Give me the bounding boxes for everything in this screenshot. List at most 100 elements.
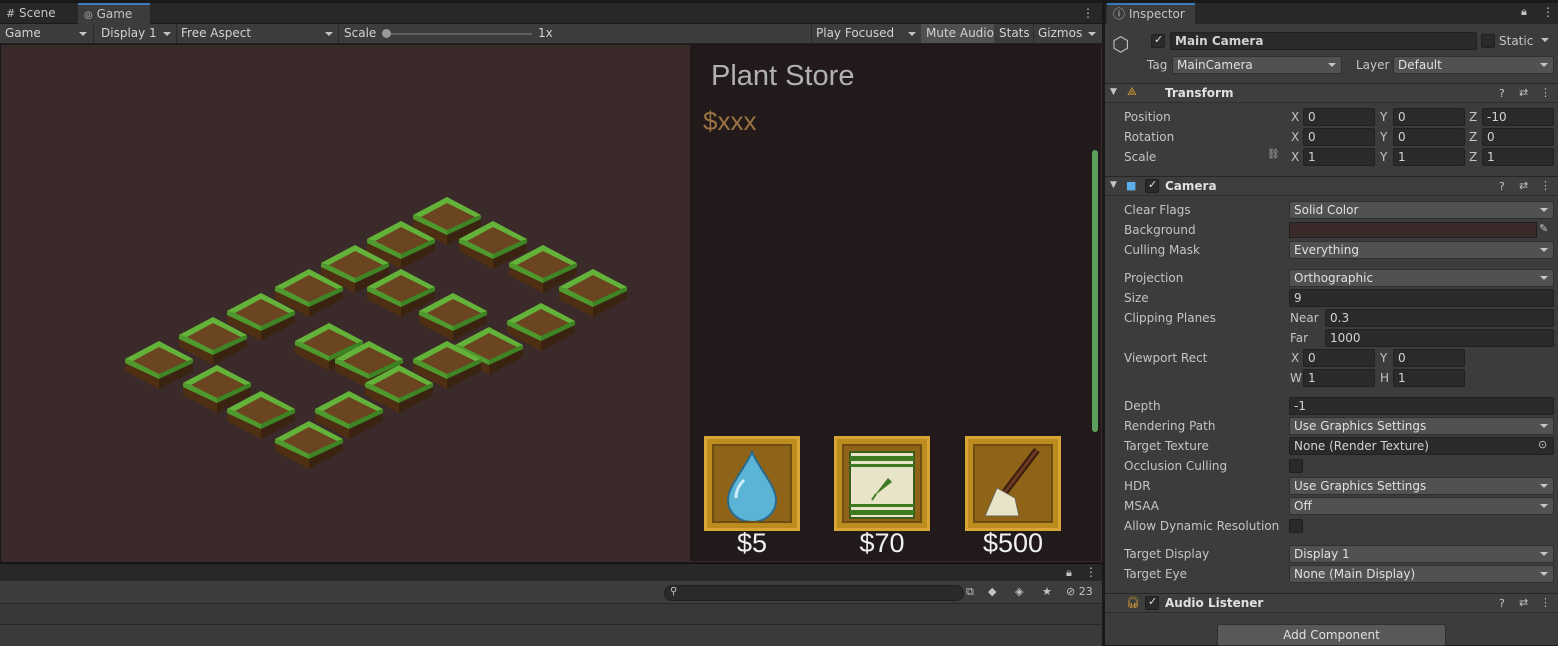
msaa-label: MSAA bbox=[1124, 499, 1159, 513]
rendering-path-dropdown[interactable]: Use Graphics Settings bbox=[1289, 417, 1554, 435]
scale-slider-track[interactable] bbox=[385, 33, 532, 35]
filter-icon[interactable]: ⧉ bbox=[966, 585, 974, 599]
store-scrollbar[interactable] bbox=[1092, 150, 1098, 432]
help-icon[interactable]: ? bbox=[1499, 87, 1505, 100]
play-focused-dropdown[interactable]: Play Focused bbox=[811, 24, 921, 43]
constrain-proportions-icon[interactable]: ⛓ bbox=[1267, 149, 1280, 160]
preset-icon[interactable]: ⇄ bbox=[1519, 86, 1528, 99]
more-menu-icon[interactable]: ⋮ bbox=[1540, 86, 1551, 99]
preset-icon[interactable]: ⇄ bbox=[1519, 596, 1528, 609]
type-filter-icon[interactable]: ◆ bbox=[988, 585, 996, 598]
viewport-h-label: H bbox=[1380, 371, 1390, 385]
tab-game[interactable]: ◎ Game bbox=[78, 3, 150, 24]
store-item-water[interactable] bbox=[704, 436, 800, 531]
viewport-y-field[interactable]: 0 bbox=[1393, 349, 1465, 367]
size-field[interactable]: 9 bbox=[1289, 289, 1554, 307]
target-display-dropdown[interactable]: Display 1 bbox=[1289, 545, 1554, 563]
hidden-count: 23 bbox=[1078, 585, 1093, 598]
game-view-label: Game bbox=[5, 26, 41, 40]
add-component-button[interactable]: Add Component bbox=[1217, 624, 1446, 646]
foldout-arrow-icon[interactable]: ▼ bbox=[1110, 180, 1117, 190]
grid-icon: # bbox=[6, 7, 16, 20]
hdr-dropdown[interactable]: Use Graphics Settings bbox=[1289, 477, 1554, 495]
object-picker-icon[interactable]: ⊙ bbox=[1538, 438, 1547, 451]
favorite-icon[interactable]: ★ bbox=[1042, 585, 1052, 598]
gizmos-dropdown[interactable]: Gizmos bbox=[1033, 24, 1101, 43]
target-eye-dropdown[interactable]: None (Main Display) bbox=[1289, 565, 1554, 583]
audio-listener-header[interactable]: 🎧︎ Audio Listener ? ⇄ ⋮ bbox=[1105, 593, 1558, 613]
tag-dropdown[interactable]: MainCamera bbox=[1172, 56, 1342, 74]
eyedropper-icon[interactable]: ✎ bbox=[1539, 222, 1548, 235]
label-filter-icon[interactable]: ◈ bbox=[1015, 585, 1023, 598]
layer-dropdown[interactable]: Default bbox=[1393, 56, 1554, 74]
dynamic-resolution-checkbox[interactable] bbox=[1289, 519, 1303, 533]
static-dropdown[interactable] bbox=[1534, 32, 1554, 50]
rotation-z-field[interactable]: 0 bbox=[1482, 128, 1554, 146]
bottom-row bbox=[0, 604, 1102, 624]
more-menu-icon[interactable]: ⋮ bbox=[1540, 179, 1551, 192]
hdr-label: HDR bbox=[1124, 479, 1151, 493]
store-item-shovel[interactable] bbox=[965, 436, 1061, 531]
size-label: Size bbox=[1124, 291, 1149, 305]
mute-audio-label: Mute Audio bbox=[926, 26, 994, 40]
rotation-label: Rotation bbox=[1124, 130, 1175, 144]
object-name-field[interactable]: Main Camera bbox=[1170, 32, 1477, 50]
position-x-field[interactable]: 0 bbox=[1303, 108, 1375, 126]
msaa-dropdown[interactable]: Off bbox=[1289, 497, 1554, 515]
scale-x-field[interactable]: 1 bbox=[1303, 148, 1375, 166]
target-texture-field[interactable]: None (Render Texture) bbox=[1289, 437, 1554, 455]
position-z-field[interactable]: -10 bbox=[1482, 108, 1554, 126]
store-item-seed[interactable] bbox=[834, 436, 930, 531]
more-menu-icon[interactable]: ⋮ bbox=[1542, 5, 1554, 19]
more-menu-icon[interactable]: ⋮ bbox=[1540, 596, 1551, 609]
mute-audio-button[interactable]: Mute Audio bbox=[921, 24, 994, 43]
clear-flags-dropdown[interactable]: Solid Color bbox=[1289, 201, 1554, 219]
clear-flags-label: Clear Flags bbox=[1124, 203, 1191, 217]
axis-z-label: Z bbox=[1469, 110, 1478, 124]
help-icon[interactable]: ? bbox=[1499, 180, 1505, 193]
near-field[interactable]: 0.3 bbox=[1325, 309, 1554, 327]
position-y-field[interactable]: 0 bbox=[1393, 108, 1465, 126]
lock-icon[interactable]: 🔒︎ bbox=[1066, 566, 1072, 580]
info-icon: ⓘ bbox=[1113, 7, 1126, 21]
far-field[interactable]: 1000 bbox=[1325, 329, 1554, 347]
depth-field[interactable]: -1 bbox=[1289, 397, 1554, 415]
hidden-packages-icon[interactable]: ⊘ 23 bbox=[1066, 585, 1093, 598]
viewport-h-field[interactable]: 1 bbox=[1393, 369, 1465, 387]
culling-mask-dropdown[interactable]: Everything bbox=[1289, 241, 1554, 259]
camera-enabled-checkbox[interactable] bbox=[1145, 178, 1159, 193]
active-checkbox[interactable] bbox=[1151, 33, 1165, 48]
viewport-x-label: X bbox=[1291, 351, 1300, 365]
rotation-x-field[interactable]: 0 bbox=[1303, 128, 1375, 146]
help-icon[interactable]: ? bbox=[1499, 597, 1505, 610]
stats-button[interactable]: Stats bbox=[994, 24, 1032, 43]
more-menu-icon[interactable]: ⋮ bbox=[1082, 3, 1100, 24]
seed-price: $70 bbox=[859, 528, 905, 558]
camera-header[interactable]: ▼ ■ Camera ? ⇄ ⋮ bbox=[1105, 176, 1558, 196]
scale-value: 1x bbox=[538, 26, 553, 40]
tab-inspector[interactable]: ⓘ Inspector bbox=[1107, 3, 1195, 24]
aspect-dropdown[interactable]: Free Aspect bbox=[176, 24, 338, 43]
scale-y-field[interactable]: 1 bbox=[1393, 148, 1465, 166]
rotation-y-field[interactable]: 0 bbox=[1393, 128, 1465, 146]
more-menu-icon[interactable]: ⋮ bbox=[1085, 565, 1097, 579]
display-dropdown[interactable]: Display 1 bbox=[96, 24, 176, 43]
viewport-x-field[interactable]: 0 bbox=[1303, 349, 1375, 367]
audio-listener-checkbox[interactable] bbox=[1145, 595, 1159, 610]
scale-z-field[interactable]: 1 bbox=[1482, 148, 1554, 166]
background-color-swatch[interactable] bbox=[1289, 222, 1537, 238]
dynamic-resolution-label: Allow Dynamic Resolution bbox=[1124, 519, 1280, 533]
static-checkbox[interactable] bbox=[1481, 34, 1495, 48]
scale-label: Scale bbox=[344, 26, 377, 40]
scale-slider-handle[interactable] bbox=[382, 29, 391, 38]
lock-icon[interactable]: 🔒︎ bbox=[1521, 5, 1527, 19]
foldout-arrow-icon[interactable]: ▼ bbox=[1110, 87, 1117, 97]
tab-scene[interactable]: # Scene bbox=[0, 3, 75, 24]
game-view-dropdown[interactable]: Game bbox=[0, 24, 92, 43]
projection-dropdown[interactable]: Orthographic bbox=[1289, 269, 1554, 287]
preset-icon[interactable]: ⇄ bbox=[1519, 179, 1528, 192]
occlusion-culling-checkbox[interactable] bbox=[1289, 459, 1303, 473]
search-input[interactable]: ⚲ bbox=[664, 585, 964, 601]
viewport-w-field[interactable]: 1 bbox=[1303, 369, 1375, 387]
transform-header[interactable]: ▼ ⟁ Transform ? ⇄ ⋮ bbox=[1105, 83, 1558, 103]
